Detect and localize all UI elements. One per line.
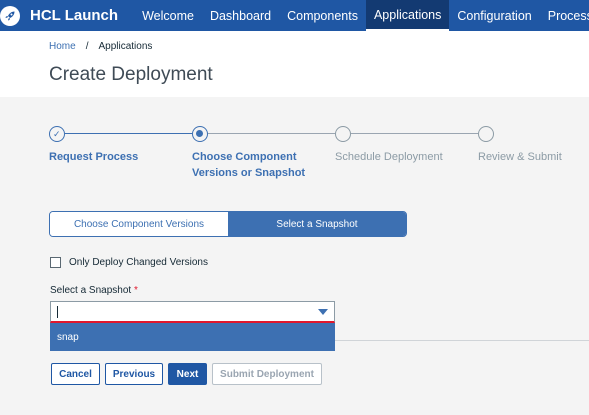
step-connector-2 bbox=[208, 133, 335, 134]
check-icon: ✓ bbox=[53, 129, 61, 139]
rocket-icon bbox=[0, 5, 20, 26]
nav-link-welcome[interactable]: Welcome bbox=[134, 0, 202, 31]
step-connector-1 bbox=[65, 133, 192, 134]
current-step-dot-icon bbox=[196, 130, 203, 137]
wizard-stepper: ✓ Request Process Choose Component Versi… bbox=[0, 97, 589, 197]
page-header: Home / Applications Create Deployment bbox=[0, 31, 589, 97]
step-1-indicator: ✓ bbox=[49, 126, 65, 142]
app-logo[interactable] bbox=[0, 0, 20, 31]
nav-link-applications[interactable]: Applications bbox=[365, 0, 450, 31]
step-4-label: Review & Submit bbox=[478, 149, 562, 165]
breadcrumb-separator: / bbox=[85, 41, 89, 52]
toggle-select-snapshot[interactable]: Select a Snapshot bbox=[228, 212, 406, 236]
only-changed-versions-checkbox[interactable] bbox=[50, 257, 61, 268]
step-2-label: Choose Component Versions or Snapshot bbox=[192, 149, 305, 181]
top-nav: HCL Launch Welcome Dashboard Components … bbox=[0, 0, 589, 31]
chevron-down-icon[interactable] bbox=[318, 309, 328, 315]
nav-link-configuration[interactable]: Configuration bbox=[449, 0, 539, 31]
previous-button[interactable]: Previous bbox=[105, 363, 163, 385]
page-title: Create Deployment bbox=[49, 64, 213, 85]
footer-divider bbox=[335, 340, 589, 341]
cancel-button[interactable]: Cancel bbox=[51, 363, 100, 385]
nav-links: Welcome Dashboard Components Application… bbox=[134, 0, 589, 31]
step-1-label: Request Process bbox=[49, 149, 138, 165]
step-3-label-text: Schedule Deployment bbox=[335, 151, 443, 163]
snapshot-select-label-text: Select a Snapshot bbox=[50, 285, 132, 296]
nav-link-dashboard[interactable]: Dashboard bbox=[202, 0, 279, 31]
breadcrumb-home[interactable]: Home bbox=[49, 41, 76, 52]
toggle-choose-component-versions[interactable]: Choose Component Versions bbox=[50, 212, 228, 236]
snapshot-select-label: Select a Snapshot * bbox=[50, 285, 138, 296]
nav-link-components[interactable]: Components bbox=[279, 0, 366, 31]
step-2-indicator bbox=[192, 126, 208, 142]
breadcrumb: Home / Applications bbox=[49, 41, 152, 52]
step-2-label-line2: Versions or Snapshot bbox=[192, 167, 306, 179]
step-3-indicator bbox=[335, 126, 351, 142]
brand-title[interactable]: HCL Launch bbox=[30, 7, 118, 24]
step-1-label-text: Request Process bbox=[49, 151, 139, 163]
step-3-label: Schedule Deployment bbox=[335, 149, 443, 165]
snapshot-select-input[interactable] bbox=[50, 301, 335, 323]
required-asterisk: * bbox=[133, 285, 138, 296]
selection-mode-toggle: Choose Component Versions Select a Snaps… bbox=[49, 211, 407, 237]
next-button[interactable]: Next bbox=[168, 363, 207, 385]
snapshot-option[interactable]: snap bbox=[50, 323, 335, 351]
only-changed-versions-row: Only Deploy Changed Versions bbox=[50, 257, 208, 268]
step-connector-3 bbox=[351, 133, 478, 134]
only-changed-versions-label[interactable]: Only Deploy Changed Versions bbox=[69, 257, 208, 268]
submit-deployment-button[interactable]: Submit Deployment bbox=[212, 363, 322, 385]
step-4-label-text: Review & Submit bbox=[478, 151, 562, 163]
breadcrumb-current: Applications bbox=[98, 41, 153, 52]
step-2-label-line1: Choose Component bbox=[192, 151, 297, 163]
text-cursor bbox=[57, 306, 58, 318]
step-4-indicator bbox=[478, 126, 494, 142]
nav-link-processes[interactable]: Processes bbox=[540, 0, 589, 31]
